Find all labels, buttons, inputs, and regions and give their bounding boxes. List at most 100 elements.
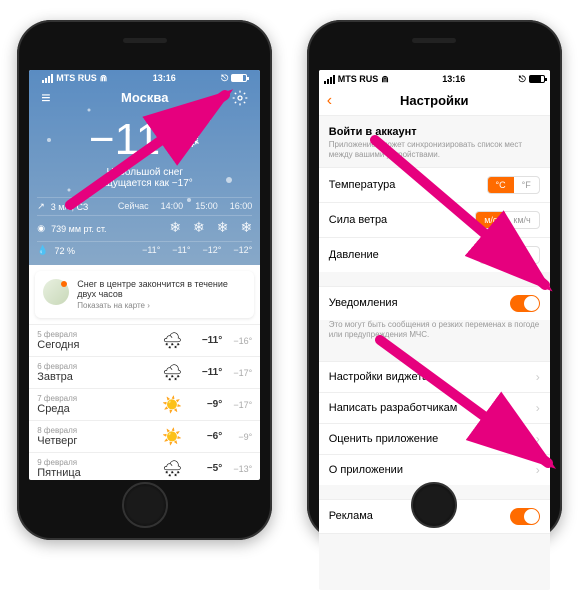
day-weather-icon: 🌨 — [162, 331, 182, 351]
pressure-label: Давление — [329, 249, 479, 261]
day-weather-icon: 🌨 — [162, 363, 182, 383]
bluetooth-icon: ⎋ — [221, 73, 228, 84]
wifi-icon: ⋒ — [100, 73, 108, 84]
phone-settings: MTS RUS⋒ 13:16 ⎋ ‹ Настройки Войти в акк… — [307, 20, 562, 540]
day-high: −9° — [192, 399, 222, 410]
map-title: Снег в центре закончится в течение двух … — [77, 279, 246, 299]
day-name: Завтра — [37, 371, 162, 383]
hourly-time: 16:00 — [230, 201, 253, 211]
wifi-icon: ⋒ — [381, 74, 389, 85]
day-date: 8 февраля — [37, 426, 162, 435]
wind-segment[interactable]: м/скм/ч — [475, 211, 540, 229]
hourly-temp: −11° — [172, 245, 190, 255]
row-pressure[interactable]: Давление ммгПа — [319, 237, 550, 272]
row-rate[interactable]: Оценить приложение› — [319, 423, 550, 454]
row-devs[interactable]: Написать разработчикам› — [319, 392, 550, 423]
ads-label: Реклама — [329, 510, 510, 522]
status-bar: MTS RUS⋒ 13:16 ⎋ — [37, 70, 252, 86]
settings-screen: MTS RUS⋒ 13:16 ⎋ ‹ Настройки Войти в акк… — [319, 70, 550, 590]
carrier: MTS RUS — [338, 74, 379, 84]
battery-icon — [529, 75, 545, 83]
hourly-temp: −12° — [203, 245, 222, 255]
day-weather-icon: ☀️ — [162, 427, 182, 447]
row-ads[interactable]: Реклама — [319, 499, 550, 534]
condition: Небольшой снег — [37, 167, 252, 178]
widget-label: Настройки виджета — [329, 371, 536, 383]
settings-title: Настройки — [400, 93, 469, 108]
map-link[interactable]: Показать на карте › — [77, 301, 246, 310]
day-high: −11° — [192, 335, 222, 346]
login-sub: Приложение сможет синхронизировать списо… — [319, 140, 550, 167]
day-weather-icon: ☀️ — [162, 395, 182, 415]
row-temperature[interactable]: Температура °C°F — [319, 167, 550, 202]
row-notifications[interactable]: Уведомления — [319, 286, 550, 320]
temperature-segment[interactable]: °C°F — [487, 176, 540, 194]
about-label: О приложении — [329, 464, 536, 476]
pressure-value: 739 мм рт. ст. — [51, 224, 163, 234]
notifications-label: Уведомления — [329, 297, 510, 309]
hourly-now-label: Сейчас — [118, 201, 149, 211]
row-wind[interactable]: Сила ветра м/скм/ч — [319, 202, 550, 237]
day-low: −16° — [222, 336, 252, 346]
notifications-toggle[interactable] — [510, 295, 540, 312]
wind-value: 3 м/с, СЗ — [51, 202, 112, 212]
day-low: −17° — [222, 400, 252, 410]
daily-row[interactable]: 7 февраляСреда☀️−9°−17° — [29, 388, 260, 420]
status-time: 13:16 — [442, 74, 465, 84]
day-date: 5 февраля — [37, 330, 162, 339]
day-date: 9 февраля — [37, 458, 162, 467]
daily-forecast: 5 февраляСегодня🌨−11°−16°6 февраляЗавтра… — [29, 324, 260, 480]
temperature-main: −11°❄︎ — [37, 115, 252, 165]
feels-like: Ощущается как −17° — [37, 178, 252, 189]
signal-icon — [42, 74, 53, 83]
hourly-wicon: ❄︎ — [217, 219, 229, 236]
day-low: −9° — [222, 432, 252, 442]
hourly-wicon: ❄︎ — [241, 219, 253, 236]
chevron-right-icon: › — [536, 463, 540, 477]
carrier: MTS RUS — [56, 73, 97, 83]
phone-weather: MTS RUS⋒ 13:16 ⎋ ≡ Москва −11°❄︎ Небольш… — [17, 20, 272, 540]
hourly-wicon: ❄︎ — [169, 219, 181, 236]
hourly-temp: −12° — [233, 245, 252, 255]
status-bar: MTS RUS⋒ 13:16 ⎋ — [319, 70, 550, 86]
map-card[interactable]: Снег в центре закончится в течение двух … — [35, 271, 254, 318]
rate-label: Оценить приложение — [329, 433, 536, 445]
pressure-segment[interactable]: ммгПа — [479, 246, 540, 264]
day-weather-icon: 🌨 — [162, 459, 182, 479]
back-button[interactable]: ‹ — [327, 92, 332, 110]
day-date: 6 февраля — [37, 362, 162, 371]
gear-icon[interactable] — [232, 90, 248, 111]
day-high: −5° — [192, 463, 222, 474]
daily-row[interactable]: 6 февраляЗавтра🌨−11°−17° — [29, 356, 260, 388]
weather-screen: MTS RUS⋒ 13:16 ⎋ ≡ Москва −11°❄︎ Небольш… — [29, 70, 260, 480]
devs-label: Написать разработчикам — [329, 402, 536, 414]
login-header[interactable]: Войти в аккаунт — [319, 116, 550, 140]
hourly-time: 15:00 — [195, 201, 218, 211]
chevron-right-icon: › — [536, 432, 540, 446]
city-name[interactable]: Москва — [121, 90, 168, 105]
temperature-label: Температура — [329, 179, 487, 191]
wind-icon: ↗ — [37, 201, 45, 212]
day-name: Четверг — [37, 435, 162, 447]
day-name: Сегодня — [37, 339, 162, 351]
chevron-right-icon: › — [536, 401, 540, 415]
status-time: 13:16 — [153, 73, 176, 83]
hourly-temp: −11° — [142, 245, 160, 255]
day-low: −13° — [222, 464, 252, 474]
humidity-icon: 💧 — [37, 245, 48, 256]
day-date: 7 февраля — [37, 394, 162, 403]
hamburger-icon[interactable]: ≡ — [41, 90, 50, 108]
battery-icon — [231, 74, 247, 82]
hourly-wicon: ❄︎ — [193, 219, 205, 236]
daily-row[interactable]: 5 февраляСегодня🌨 −11°−16° — [29, 324, 260, 356]
row-about[interactable]: О приложении› — [319, 454, 550, 485]
ads-toggle[interactable] — [510, 508, 540, 525]
daily-row[interactable]: 8 февраляЧетверг☀️−6°−9° — [29, 420, 260, 452]
day-high: −11° — [192, 367, 222, 378]
daily-row[interactable]: 9 февраляПятница🌨 −5°−13° — [29, 452, 260, 480]
signal-icon — [324, 75, 335, 84]
day-name: Пятница — [37, 467, 162, 479]
pressure-icon: ◉ — [37, 223, 45, 234]
hourly-time: 14:00 — [161, 201, 184, 211]
row-widget[interactable]: Настройки виджета› — [319, 361, 550, 392]
